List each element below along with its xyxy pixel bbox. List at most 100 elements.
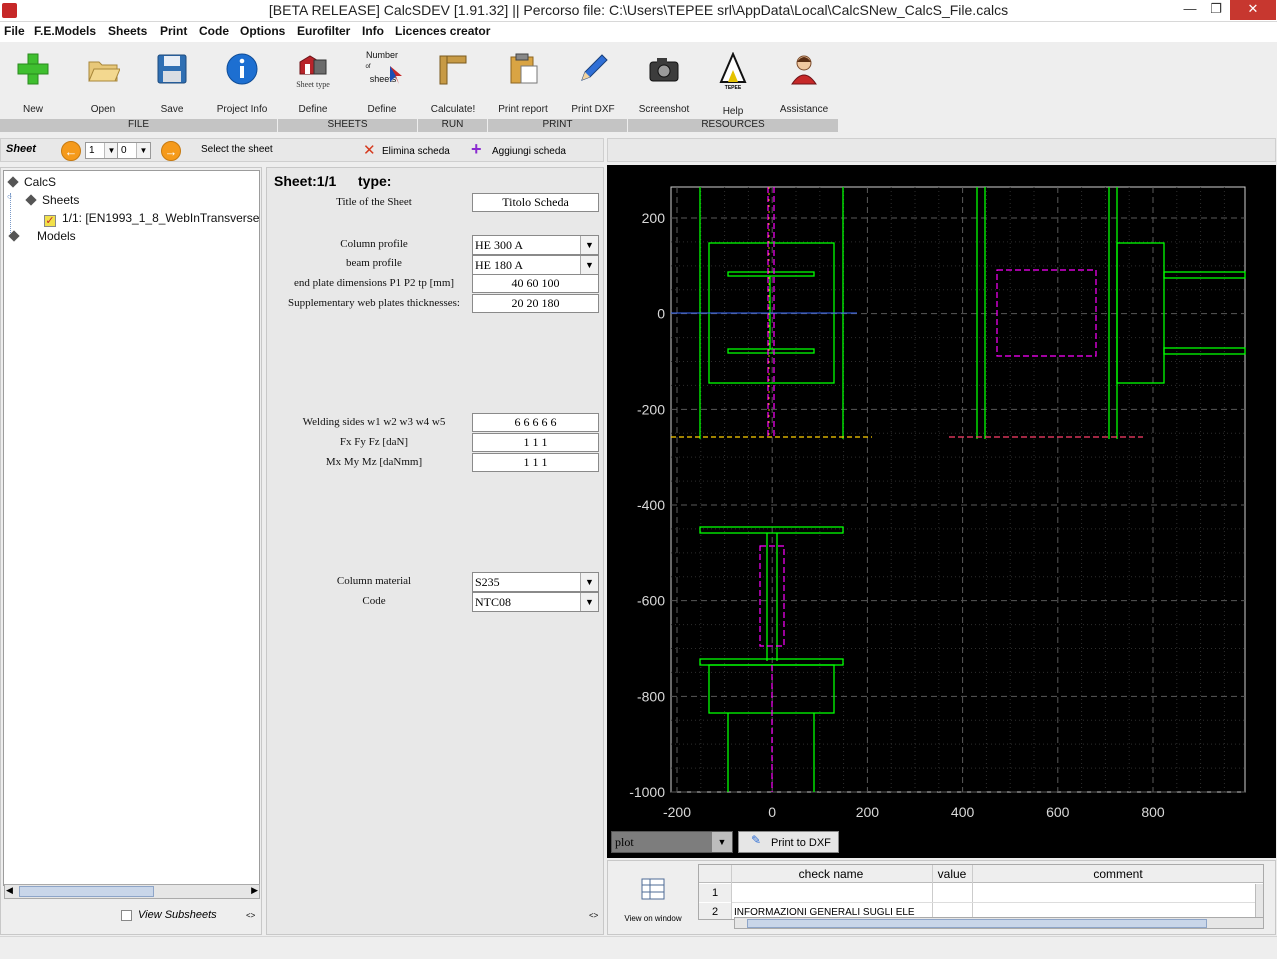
subsheet-number-spinner[interactable]: 0 ▼: [117, 142, 151, 159]
assistance-button[interactable]: Assistance: [769, 46, 839, 118]
add-icon: +: [471, 139, 482, 159]
plot-controls: plot ▼ ✎ Print to DXF: [607, 827, 1276, 857]
column-value[interactable]: value: [932, 867, 972, 881]
tree-expand-icon[interactable]: ○: [7, 192, 12, 201]
chevron-down-icon[interactable]: ▼: [580, 256, 598, 274]
chevron-down-icon[interactable]: ▼: [580, 573, 598, 591]
tree-sheet-item-label: 1/1: [EN1993_1_8_WebInTransverse: [62, 211, 260, 225]
help-label: Help: [722, 106, 744, 117]
y-tick-label: -1000: [629, 784, 665, 800]
moments-field[interactable]: 1 1 1: [472, 453, 599, 472]
sheet-number-spinner[interactable]: 1 ▼: [85, 142, 119, 159]
menu-file[interactable]: File: [4, 24, 25, 38]
clipboard-icon: [510, 53, 538, 84]
delete-sheet-button[interactable]: ✕ Elimina scheda: [361, 141, 461, 161]
chevron-down-icon[interactable]: ▼: [712, 832, 732, 852]
menu-sheets[interactable]: Sheets: [108, 24, 147, 38]
calculate-button[interactable]: Calculate!: [418, 46, 488, 118]
scrollbar-thumb[interactable]: [19, 886, 154, 897]
drawing-plot-panel[interactable]: -200 0 200 400 600 800 200 0 -200 -400 -600 -800 -10…: [607, 165, 1276, 858]
collapse-tree-button[interactable]: <>: [246, 911, 255, 920]
print-to-dxf-button[interactable]: ✎ Print to DXF: [738, 831, 839, 853]
checks-table: check name value comment 1 2 INFORMAZION…: [698, 864, 1264, 920]
menu-licences-creator[interactable]: Licences creator: [395, 24, 490, 38]
row-number: 1: [699, 884, 731, 902]
project-info-button[interactable]: Project Info: [207, 46, 277, 118]
scroll-right-icon[interactable]: ▶: [251, 885, 258, 896]
column-profile-select[interactable]: HE 300 A ▼: [472, 235, 599, 255]
close-button[interactable]: ✕: [1230, 0, 1276, 20]
welding-label: Welding sides w1 w2 w3 w4 w5: [302, 416, 446, 428]
print-dxf-button[interactable]: Print DXF: [558, 46, 628, 118]
view-subsheets-label: View Subsheets: [138, 909, 217, 921]
view-subsheets-checkbox[interactable]: [121, 910, 132, 921]
previous-sheet-button[interactable]: ←: [61, 141, 81, 161]
column-material-select[interactable]: S235 ▼: [472, 572, 599, 592]
minimize-button[interactable]: —: [1177, 0, 1203, 20]
scrollbar-thumb[interactable]: [747, 919, 1207, 928]
tree-sheets-node[interactable]: Sheets: [25, 193, 79, 207]
plot-type-select[interactable]: plot ▼: [611, 831, 733, 853]
chevron-down-icon[interactable]: ▼: [580, 236, 598, 254]
side-beam-flange-bottom: [1163, 347, 1246, 355]
plot-grid: [671, 187, 1245, 793]
menu-fe-models[interactable]: F.E.Models: [34, 24, 96, 38]
assistant-icon: [791, 55, 817, 85]
table-horizontal-scrollbar[interactable]: [734, 917, 1264, 929]
code-label: Code: [362, 595, 386, 607]
menu-bar: File F.E.Models Sheets Print Code Option…: [0, 22, 1277, 42]
column-check-name[interactable]: check name: [731, 867, 931, 881]
tree-models-node[interactable]: Models: [8, 229, 76, 243]
window-title: [BETA RELEASE] CalcSDEV [1.91.32] || Per…: [268, 2, 1009, 18]
next-sheet-button[interactable]: →: [161, 141, 181, 161]
save-button[interactable]: Save: [137, 46, 207, 118]
menu-info[interactable]: Info: [362, 24, 384, 38]
group-run: RUN: [418, 119, 488, 132]
tree-sheet-item[interactable]: ✓ 1/1: [EN1993_1_8_WebInTransverse: [44, 211, 259, 227]
row-divider: [732, 902, 1263, 903]
tree-horizontal-scrollbar[interactable]: ◀ ▶: [4, 884, 260, 899]
new-label: New: [22, 104, 43, 115]
calculate-label: Calculate!: [430, 104, 476, 115]
web-plates-field[interactable]: 20 20 180: [472, 294, 599, 313]
group-file: FILE: [0, 119, 278, 132]
chevron-down-icon[interactable]: ▼: [136, 143, 150, 158]
add-sheet-button[interactable]: + Aggiungi scheda: [469, 139, 579, 161]
sheet-number-heading: Sheet:1/1: [274, 173, 337, 189]
end-plate-field[interactable]: 40 60 100: [472, 274, 599, 293]
menu-options[interactable]: Options: [240, 24, 285, 38]
open-button[interactable]: Open: [68, 46, 138, 118]
connection-drawing[interactable]: -200 0 200 400 600 800 200 0 -200 -400 -600 -800 -10…: [607, 165, 1276, 827]
y-tick-label: 200: [642, 210, 666, 226]
menu-eurofilter[interactable]: Eurofilter: [297, 24, 350, 38]
maximize-button[interactable]: ❐: [1203, 0, 1229, 20]
beam-profile-select[interactable]: HE 180 A ▼: [472, 255, 599, 275]
open-label: Open: [90, 104, 116, 115]
print-report-button[interactable]: Print report: [488, 46, 558, 118]
new-button[interactable]: New: [0, 46, 68, 118]
forces-label: Fx Fy Fz [daN]: [339, 436, 409, 448]
forces-field[interactable]: 1 1 1: [472, 433, 599, 452]
menu-code[interactable]: Code: [199, 24, 229, 38]
plot-frame: [670, 186, 1246, 793]
tree-root[interactable]: CalcS: [7, 175, 56, 189]
view-on-window-button[interactable]: View on window: [613, 866, 693, 928]
checks-panel: View on window check name value comment …: [607, 860, 1276, 935]
row-number: 2: [699, 903, 731, 919]
column-comment[interactable]: comment: [973, 867, 1263, 881]
collapse-form-button[interactable]: <>: [589, 911, 598, 920]
chevron-down-icon[interactable]: ▼: [104, 143, 118, 158]
help-button[interactable]: TEPEE Help: [698, 46, 768, 118]
screenshot-button[interactable]: Screenshot: [629, 46, 699, 118]
number-caption: Number: [365, 50, 398, 60]
menu-print[interactable]: Print: [160, 24, 187, 38]
welding-field[interactable]: 6 6 6 6 6: [472, 413, 599, 432]
code-select[interactable]: NTC08 ▼: [472, 592, 599, 612]
subsheet-number-value: 0: [121, 145, 127, 156]
table-vertical-scrollbar[interactable]: [1255, 884, 1263, 919]
define-sheet-type-button[interactable]: Sheet type Define: [278, 46, 348, 118]
chevron-down-icon[interactable]: ▼: [580, 593, 598, 611]
scroll-left-icon[interactable]: ◀: [6, 885, 13, 896]
define-number-of-sheets-button[interactable]: Number of sheets Define: [347, 46, 417, 118]
title-field[interactable]: Titolo Scheda: [472, 193, 599, 212]
